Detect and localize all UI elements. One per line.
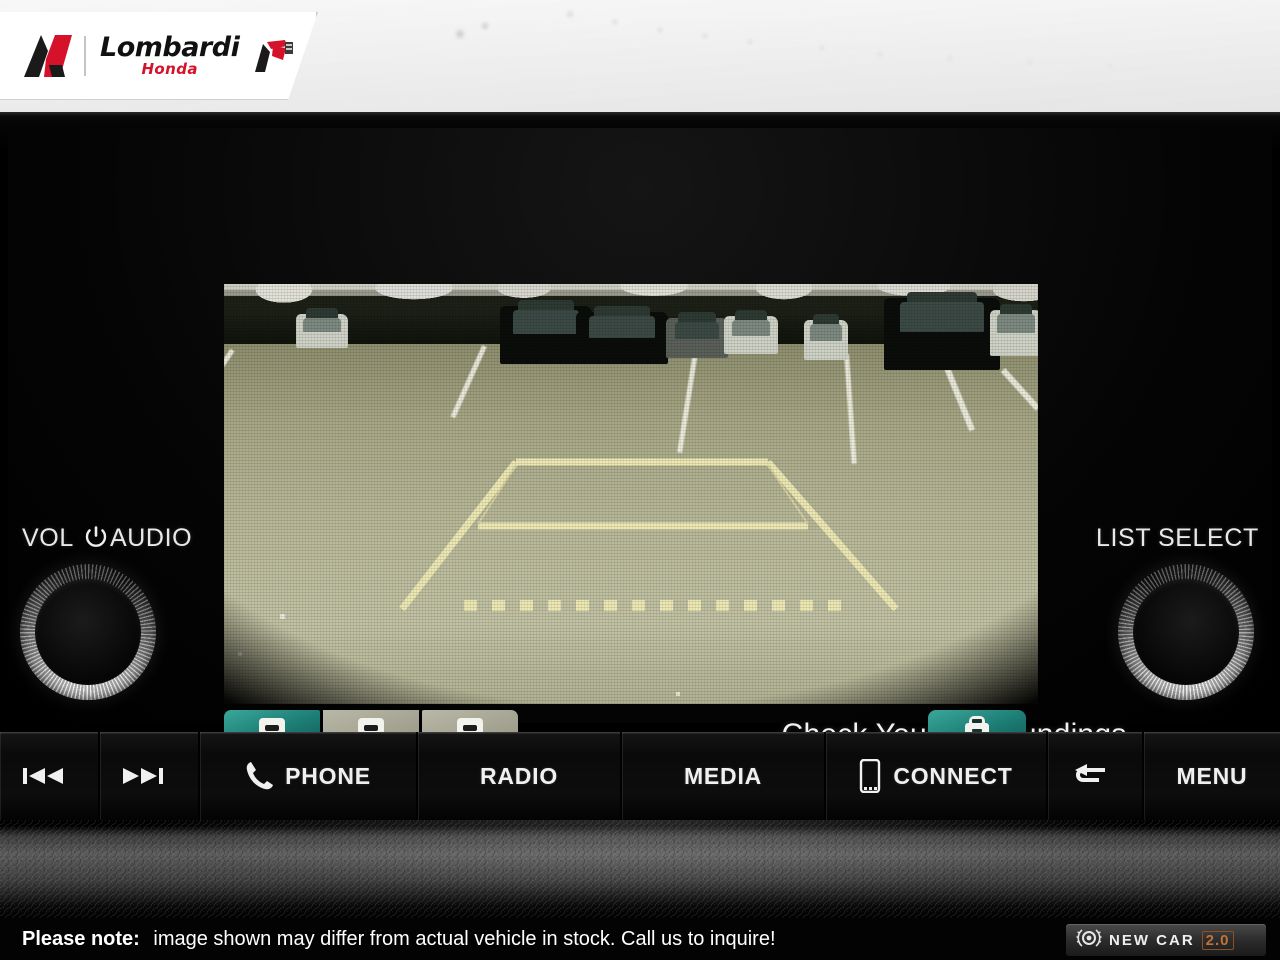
newcar-badge-text: NEW CAR <box>1109 931 1195 949</box>
phone-button[interactable]: PHONE <box>200 732 418 820</box>
rear-camera-live-feed <box>224 284 1038 704</box>
dealer-name: Lombardi <box>100 32 240 63</box>
laurel-wreath-icon <box>1076 926 1102 955</box>
camera-speck <box>238 652 242 656</box>
disclaimer-text: Please note: image shown may differ from… <box>22 928 776 951</box>
knob-ridges <box>1118 564 1254 700</box>
disclaimer-body: image shown may differ from actual vehic… <box>153 927 776 950</box>
screenshot-root: Lombardi Honda VOL AUDIO LIST SELECT PHO… <box>0 0 1280 960</box>
radio-label: RADIO <box>479 762 559 789</box>
phone-icon <box>245 761 274 791</box>
skip-back-icon <box>21 764 65 788</box>
connect-button[interactable]: CONNECT <box>826 732 1048 820</box>
newcar-badge[interactable]: NEW CAR 2.0 <box>1066 924 1266 956</box>
disclaimer-label: Please note: <box>22 927 140 950</box>
back-arrow-icon <box>1069 762 1109 790</box>
dashboard-trim-pad <box>0 820 1280 918</box>
infotainment-head-unit: VOL AUDIO LIST SELECT <box>0 112 1280 768</box>
audio-label: AUDIO <box>110 524 193 552</box>
camera-speck <box>280 614 285 619</box>
parked-car <box>576 306 668 364</box>
parked-car <box>724 310 778 354</box>
camera-asphalt-ground <box>224 344 1038 704</box>
newcar-badge-version: 2.0 <box>1201 930 1234 950</box>
dealer-logo-plate[interactable]: Lombardi Honda <box>0 12 318 100</box>
back-button[interactable] <box>1048 732 1144 820</box>
dash-pad-grain <box>0 820 1280 918</box>
honda-award-badge-icon <box>253 38 295 74</box>
media-label: MEDIA <box>683 762 763 789</box>
parked-car <box>666 312 728 358</box>
dealer-brand: Honda <box>141 60 198 78</box>
media-button[interactable]: MEDIA <box>622 732 826 820</box>
logo-divider <box>84 35 86 76</box>
radio-button[interactable]: RADIO <box>418 732 622 820</box>
vol-label: VOL <box>22 524 74 552</box>
footer-disclaimer-bar: Please note: image shown may differ from… <box>0 918 1280 960</box>
connect-label: CONNECT <box>893 762 1013 789</box>
list-select-knob[interactable] <box>1118 564 1254 700</box>
parked-car <box>296 308 348 348</box>
camera-speck <box>676 692 680 696</box>
parked-car <box>804 314 848 360</box>
header-smudges <box>430 4 1190 74</box>
prev-track-button[interactable] <box>0 732 100 820</box>
menu-button[interactable]: MENU <box>1144 732 1280 820</box>
next-track-button[interactable] <box>100 732 200 820</box>
select-label: SELECT <box>1158 524 1259 552</box>
parked-car <box>884 292 1000 370</box>
menu-label: MENU <box>1176 762 1248 789</box>
list-label: LIST <box>1096 524 1152 552</box>
volume-power-knob[interactable] <box>20 564 156 700</box>
knob-ridges <box>20 564 156 700</box>
dealer-header-banner: Lombardi Honda <box>0 0 1280 112</box>
phone-label: PHONE <box>285 762 371 789</box>
skip-forward-icon <box>121 764 165 788</box>
hardware-button-strip: PHONE RADIO MEDIA CONNECT MENU <box>0 732 1280 820</box>
smartphone-icon <box>859 759 881 793</box>
parked-car <box>990 304 1038 356</box>
lombardi-chevron-logo-icon <box>22 33 74 79</box>
dealer-wordmark: Lombardi Honda <box>100 32 240 78</box>
power-icon <box>84 525 108 549</box>
